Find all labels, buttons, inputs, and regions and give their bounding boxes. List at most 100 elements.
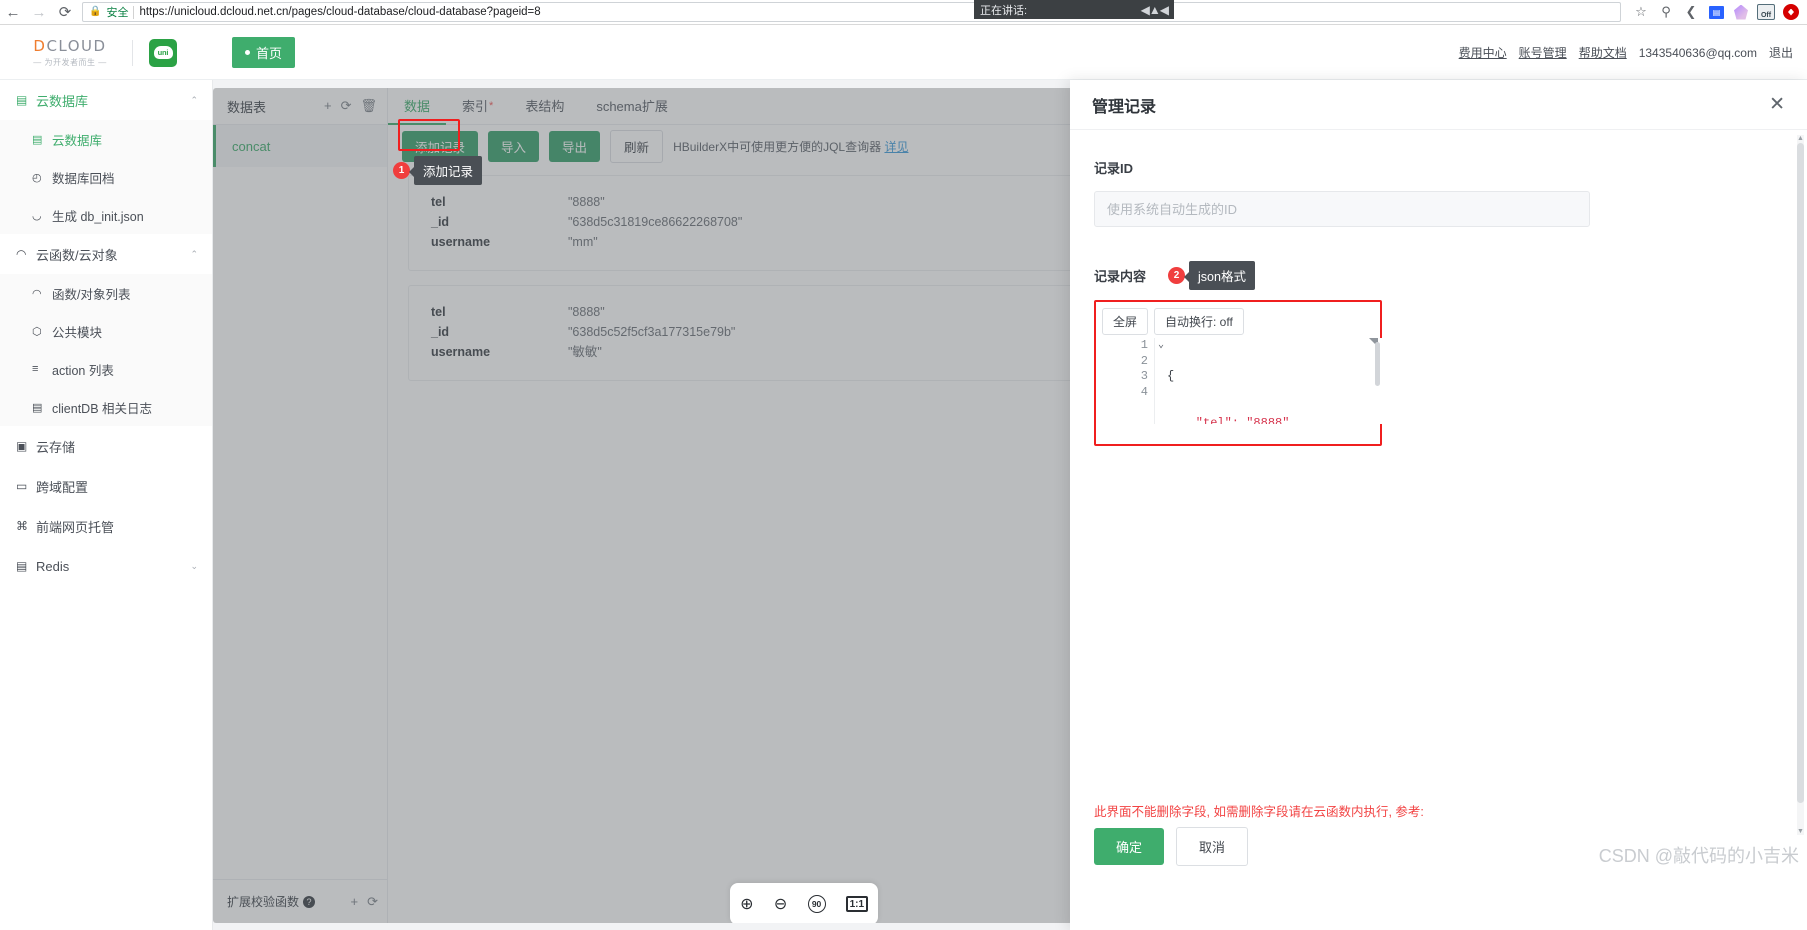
- eyedropper-icon[interactable]: ⚲: [1654, 1, 1678, 23]
- drawer-title: 管理记录: [1092, 98, 1157, 116]
- sidebar-item-cors-config[interactable]: ▭ 跨域配置: [0, 466, 212, 506]
- confirm-button[interactable]: 确定: [1094, 828, 1165, 865]
- sidebar-group-label: 云函数/云对象: [36, 247, 118, 263]
- record-id-input[interactable]: [1094, 191, 1590, 227]
- sidebar-item-label: action 列表: [52, 363, 114, 378]
- site-header: DCLOUD — 为开发者而生 — uni 首页 费用中心 账号管理 帮助文档 …: [0, 26, 1807, 80]
- export-icon: ◡: [32, 209, 42, 222]
- unicloud-logo-text: uni: [153, 46, 173, 59]
- log-icon: ▤: [32, 401, 43, 414]
- sidebar-group-redis[interactable]: ▤ Redis ⌄: [0, 546, 212, 586]
- editor-vertical-scrollbar[interactable]: [1375, 342, 1380, 386]
- unicloud-logo[interactable]: uni: [149, 38, 177, 67]
- line-number: 1: [1140, 338, 1148, 352]
- line-number: 4: [1140, 384, 1148, 399]
- actual-size-icon[interactable]: 1:1: [845, 896, 868, 912]
- record-content-label-row: 记录内容 2 json格式: [1094, 261, 1783, 290]
- delete-field-warning: 此界面不能删除字段, 如需删除字段请在云函数内执行, 参考:: [1094, 805, 1424, 819]
- link-billing-center[interactable]: 费用中心: [1459, 44, 1507, 61]
- browser-extension-bar: ☆ ⚲ ❮ ▤ Off: [1629, 1, 1807, 23]
- reload-icon[interactable]: ⟳: [52, 1, 78, 23]
- dcloud-logo[interactable]: DCLOUD — 为开发者而生 —: [24, 37, 116, 68]
- sidebar-group-label: 云数据库: [36, 93, 89, 109]
- sidebar-item-label: 公共模块: [52, 325, 103, 340]
- sidebar-item-function-list[interactable]: ◠ 函数/对象列表: [0, 274, 212, 312]
- link-account-management[interactable]: 账号管理: [1519, 44, 1567, 61]
- blue-extension-icon[interactable]: ▤: [1704, 1, 1728, 23]
- code-fold-icon[interactable]: ⌄: [1158, 338, 1164, 354]
- callout-number: 2: [1168, 267, 1186, 284]
- close-icon[interactable]: ✕: [1769, 95, 1785, 114]
- omnibox-divider: [133, 5, 135, 19]
- sidebar-item-label: 数据库回档: [52, 171, 115, 186]
- rotate-90-icon[interactable]: 90: [807, 895, 826, 913]
- sidebar-item-label: 跨域配置: [36, 479, 89, 495]
- callout-one: 1 添加记录: [393, 156, 483, 185]
- sidebar-sub-cloud-database: ▤ 云数据库 ◴ 数据库回档 ◡ 生成 db_init.json: [0, 120, 212, 234]
- back-icon[interactable]: ←: [0, 1, 26, 23]
- dcloud-logo-prefix: D: [33, 37, 47, 55]
- header-divider: [132, 39, 133, 66]
- code-line-text: {: [1167, 369, 1175, 383]
- adblock-off-icon[interactable]: Off: [1754, 1, 1778, 23]
- sidebar-group-cloud-functions[interactable]: ◠ 云函数/云对象 ⌃: [0, 234, 212, 274]
- sidebar-item-db-init-json[interactable]: ◡ 生成 db_init.json: [0, 196, 212, 234]
- link-help-docs[interactable]: 帮助文档: [1579, 44, 1627, 61]
- sidebar-item-common-modules[interactable]: ⬡ 公共模块: [0, 312, 212, 350]
- code-line: {: [1167, 369, 1311, 385]
- line-number: 3: [1140, 369, 1148, 383]
- secure-label: 安全: [106, 7, 129, 19]
- sidebar-item-db-backup[interactable]: ◴ 数据库回档: [0, 158, 212, 196]
- home-tab-dot-icon: [245, 50, 250, 55]
- zoom-toolbar: ⊕ ⊖ 90 1:1: [730, 883, 878, 923]
- cancel-button[interactable]: 取消: [1176, 827, 1249, 866]
- sidebar-item-cloud-database[interactable]: ▤ 云数据库: [0, 120, 212, 158]
- red-extension-icon[interactable]: [1779, 1, 1803, 23]
- database-icon: ▤: [16, 93, 28, 107]
- drawer-body: 记录ID 记录内容 2 json格式 全屏 自动换行: off 1 2 3 4: [1070, 130, 1807, 888]
- sidebar-item-label: clientDB 相关日志: [52, 401, 153, 416]
- sidebar-item-label: Redis: [36, 558, 70, 574]
- bookmark-star-icon[interactable]: ☆: [1629, 1, 1653, 23]
- callout-number: 1: [393, 162, 410, 179]
- database-icon: ▤: [32, 133, 43, 146]
- address-bar[interactable]: 🔒 安全 https://unicloud.dcloud.net.cn/page…: [82, 2, 1621, 22]
- sidebar-group-cloud-database[interactable]: ▤ 云数据库 ⌃: [0, 80, 212, 120]
- hosting-icon: ⌘: [16, 519, 28, 533]
- cloud-icon: ◠: [16, 247, 27, 261]
- watermark: CSDN @敲代码的小吉米: [1598, 846, 1799, 866]
- sidebar-item-action-list[interactable]: ≡ action 列表: [0, 350, 212, 388]
- lock-icon: 🔒: [89, 6, 102, 17]
- sidebar-item-label: 云存储: [36, 439, 76, 455]
- diamond-extension-icon[interactable]: [1729, 1, 1753, 23]
- logout-link[interactable]: 退出: [1769, 44, 1793, 61]
- fullscreen-button[interactable]: 全屏: [1102, 308, 1149, 335]
- redis-icon: ▤: [16, 559, 28, 573]
- cloud-icon: ◠: [32, 287, 42, 300]
- cors-icon: ▭: [16, 479, 28, 493]
- sidebar-item-label: 前端网页托管: [36, 519, 115, 535]
- sidebar-item-label: 云数据库: [52, 133, 103, 148]
- sidebar-item-label: 函数/对象列表: [52, 287, 131, 302]
- drawer-footer: 确定 取消: [1094, 827, 1249, 866]
- list-icon: ≡: [32, 363, 39, 375]
- json-editor-highlight-box: 全屏 自动换行: off 1 2 3 4 ⌄ { "tel": "8888", …: [1094, 300, 1510, 446]
- sidebar-item-cloud-storage[interactable]: ▣ 云存储: [0, 426, 212, 466]
- json-code-editor[interactable]: 1 2 3 4 ⌄ { "tel": "8888", "username": "…: [1098, 338, 1510, 424]
- home-tab[interactable]: 首页: [232, 37, 296, 68]
- sidebar-item-clientdb-logs[interactable]: ▤ clientDB 相关日志: [0, 388, 212, 426]
- manage-record-drawer: 管理记录 ✕ ▲ ▼ 记录ID 记录内容 2 json格式 全屏 自动换行: o…: [1070, 80, 1807, 930]
- line-number: 2: [1140, 353, 1148, 368]
- clock-icon: ◴: [32, 171, 42, 184]
- word-wrap-toggle[interactable]: 自动换行: off: [1154, 308, 1244, 335]
- forward-icon[interactable]: →: [26, 1, 52, 23]
- header-links: 费用中心 账号管理 帮助文档 1343540636@qq.com 退出: [1459, 44, 1793, 61]
- account-email[interactable]: 1343540636@qq.com: [1639, 46, 1757, 60]
- chevron-left-icon[interactable]: ❮: [1679, 1, 1703, 23]
- dcloud-logo-word: CLOUD: [46, 37, 107, 55]
- zoom-out-icon[interactable]: ⊖: [774, 894, 787, 914]
- dcloud-logo-tagline: — 为开发者而生 —: [33, 58, 107, 67]
- zoom-in-icon[interactable]: ⊕: [740, 894, 753, 914]
- chevron-up-icon: ⌃: [190, 248, 198, 259]
- sidebar-item-web-hosting[interactable]: ⌘ 前端网页托管: [0, 506, 212, 546]
